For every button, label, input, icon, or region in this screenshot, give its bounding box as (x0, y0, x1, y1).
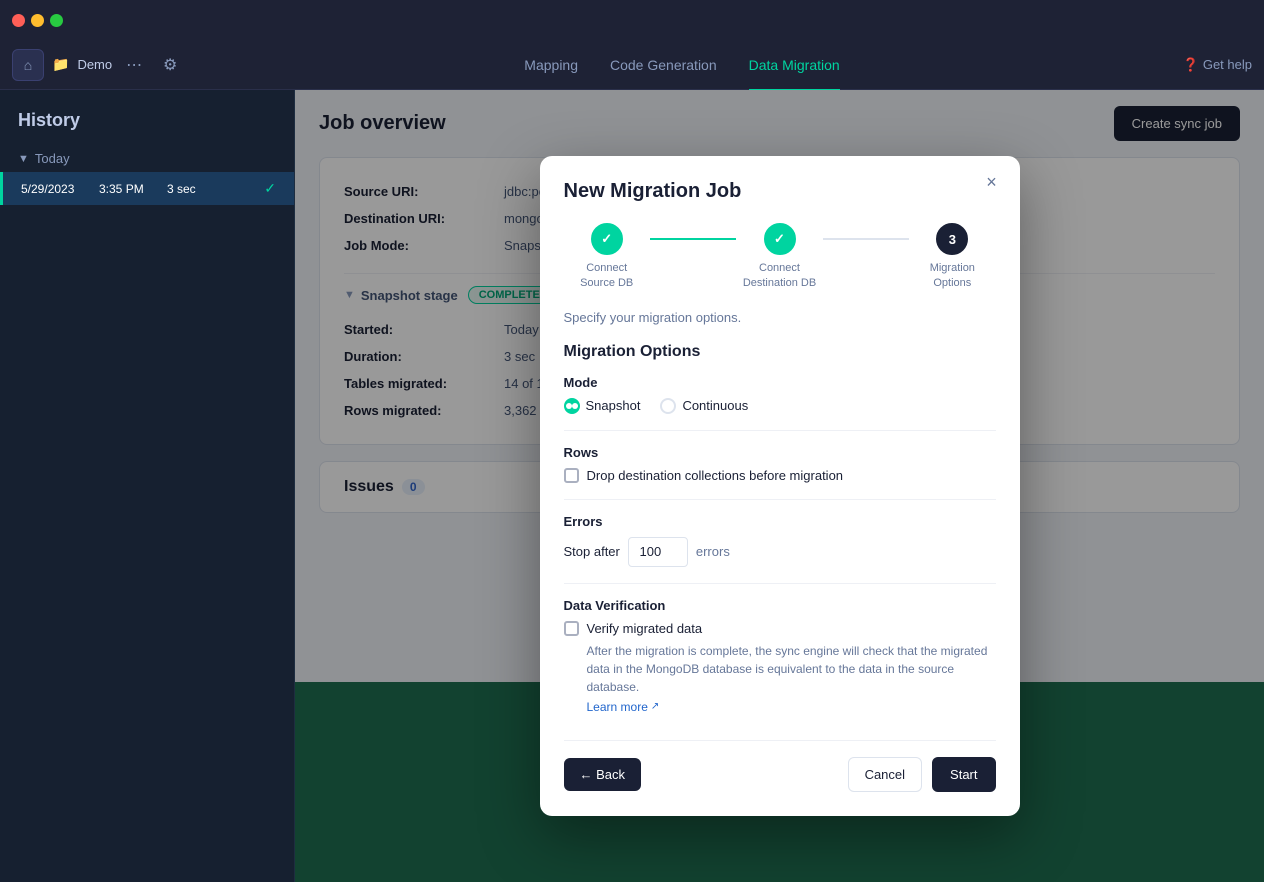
step-2-circle: ✓ (764, 223, 796, 255)
title-bar (0, 0, 1264, 40)
step-1-label: ConnectSource DB (580, 261, 633, 290)
sidebar-item[interactable]: 5/29/2023 3:35 PM 3 sec ✓ (0, 172, 294, 205)
continuous-radio-circle[interactable] (660, 398, 676, 414)
modal-subtitle: Specify your migration options. (564, 310, 996, 325)
maximize-button[interactable] (50, 14, 63, 27)
traffic-lights (12, 14, 63, 27)
modal-footer: ← Back Cancel Start (564, 740, 996, 792)
main-layout: History ▼ Today 5/29/2023 3:35 PM 3 sec … (0, 90, 1264, 882)
modal-title: New Migration Job (564, 180, 996, 203)
step-1: ✓ ConnectSource DB (563, 223, 649, 290)
data-verification-group: Data Verification Verify migrated data A… (564, 598, 996, 716)
step-2-label: ConnectDestination DB (743, 261, 816, 290)
errors-label: Errors (564, 514, 996, 529)
footer-right: Cancel Start (848, 757, 996, 792)
back-button[interactable]: ← Back (564, 758, 642, 791)
drop-collections-label: Drop destination collections before migr… (587, 468, 844, 483)
settings-button[interactable]: ⚙ (156, 51, 184, 79)
project-name: Demo (77, 57, 112, 72)
step-connector-2 (823, 238, 909, 240)
top-nav: ⌂ 📁 Demo ⋯ ⚙ Mapping Code Generation Dat… (0, 40, 1264, 90)
learn-more-link[interactable]: Learn more ↗ (587, 700, 660, 714)
snapshot-radio-label: Snapshot (586, 398, 641, 413)
content-area: Job overview Create sync job Source URI:… (295, 90, 1264, 882)
continuous-radio-label: Continuous (682, 398, 748, 413)
nav-left: ⌂ 📁 Demo ⋯ ⚙ (12, 49, 312, 81)
drop-collections-checkbox[interactable]: Drop destination collections before migr… (564, 468, 996, 483)
stop-after-label: Stop after (564, 544, 620, 559)
help-button[interactable]: ❓ Get help (1183, 57, 1252, 73)
nav-tabs: Mapping Code Generation Data Migration (312, 53, 1052, 77)
home-button[interactable]: ⌂ (12, 49, 44, 81)
learn-more-label: Learn more (587, 700, 648, 714)
modal-section-title: Migration Options (564, 343, 996, 361)
start-button[interactable]: Start (932, 757, 995, 792)
step-3-circle: 3 (936, 223, 968, 255)
stop-after-input[interactable] (628, 537, 688, 567)
chevron-icon: ▼ (18, 153, 29, 165)
item-time: 3:35 PM (99, 182, 159, 196)
snapshot-radio-circle[interactable] (564, 398, 580, 414)
close-button[interactable] (12, 14, 25, 27)
modal-overlay: New Migration Job × ✓ ConnectSource DB ✓… (295, 90, 1264, 882)
divider-2 (564, 499, 996, 500)
continuous-radio[interactable]: Continuous (660, 398, 748, 414)
verify-description: After the migration is complete, the syn… (587, 642, 996, 696)
step-connector-1 (650, 238, 736, 240)
mode-label: Mode (564, 375, 996, 390)
step-1-circle: ✓ (591, 223, 623, 255)
stop-after-row: Stop after errors (564, 537, 996, 567)
modal-close-button[interactable]: × (980, 170, 1004, 194)
sidebar-group-header[interactable]: ▼ Today (0, 145, 294, 172)
external-link-icon: ↗ (651, 701, 659, 712)
cancel-button[interactable]: Cancel (848, 757, 922, 792)
item-duration: 3 sec (167, 182, 256, 196)
migration-modal: New Migration Job × ✓ ConnectSource DB ✓… (540, 156, 1020, 816)
verify-label: Verify migrated data (587, 621, 703, 636)
nav-right: ❓ Get help (1052, 57, 1252, 73)
item-date: 5/29/2023 (21, 182, 91, 196)
divider-3 (564, 583, 996, 584)
divider-1 (564, 430, 996, 431)
snapshot-radio[interactable]: Snapshot (564, 398, 641, 414)
sidebar-title: History (0, 90, 294, 145)
sidebar: History ▼ Today 5/29/2023 3:35 PM 3 sec … (0, 90, 295, 882)
help-icon: ❓ (1183, 57, 1199, 73)
stepper: ✓ ConnectSource DB ✓ ConnectDestination … (564, 223, 996, 290)
data-verification-label: Data Verification (564, 598, 996, 613)
item-check-icon: ✓ (264, 180, 276, 197)
tab-code-generation[interactable]: Code Generation (610, 53, 717, 77)
mode-group: Mode Snapshot Continuous (564, 375, 996, 414)
step-2: ✓ ConnectDestination DB (736, 223, 822, 290)
drop-collections-checkbox-box[interactable] (564, 468, 579, 483)
errors-suffix: errors (696, 544, 730, 559)
rows-group: Rows Drop destination collections before… (564, 445, 996, 483)
step-3-label: MigrationOptions (930, 261, 975, 290)
verify-checkbox[interactable]: Verify migrated data (564, 621, 996, 636)
minimize-button[interactable] (31, 14, 44, 27)
rows-label: Rows (564, 445, 996, 460)
tab-mapping[interactable]: Mapping (524, 53, 578, 77)
folder-icon: 📁 (52, 56, 69, 73)
verify-checkbox-box[interactable] (564, 621, 579, 636)
more-options-button[interactable]: ⋯ (120, 51, 148, 79)
tab-data-migration[interactable]: Data Migration (749, 53, 840, 77)
help-label: Get help (1203, 57, 1252, 72)
mode-radio-group: Snapshot Continuous (564, 398, 996, 414)
group-label: Today (35, 151, 70, 166)
errors-group: Errors Stop after errors (564, 514, 996, 567)
step-3: 3 MigrationOptions (909, 223, 995, 290)
